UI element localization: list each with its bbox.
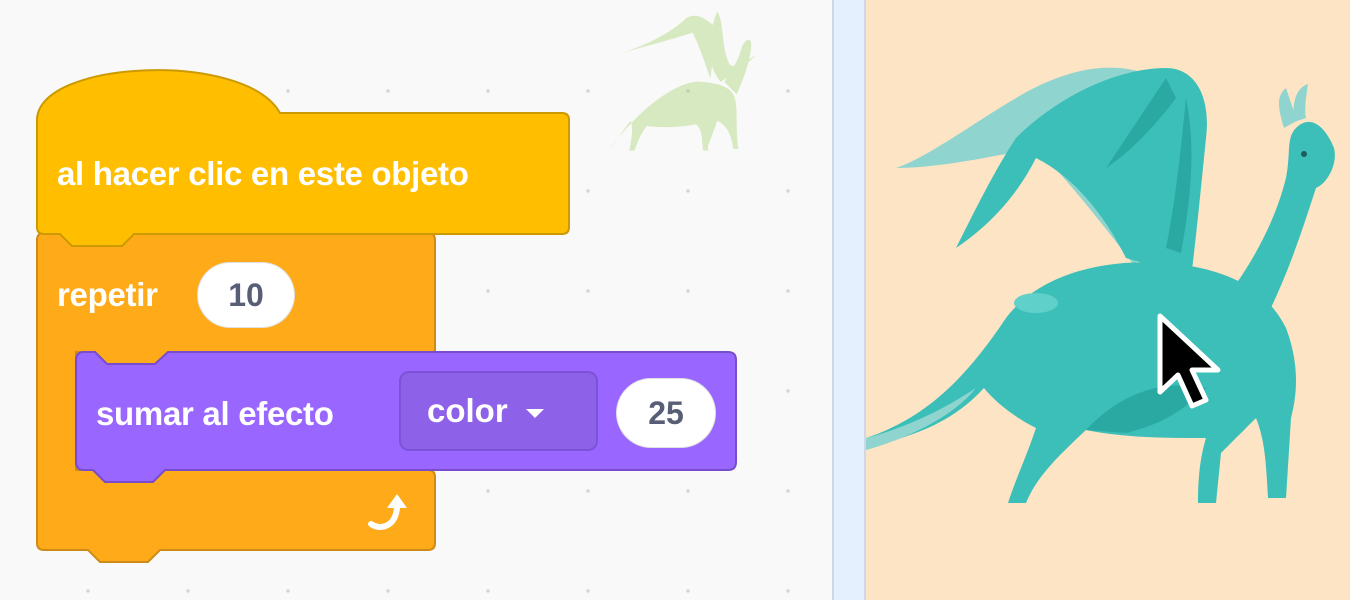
stage[interactable]: [866, 0, 1350, 600]
effect-dropdown-value: color: [427, 392, 508, 429]
change-effect-label: sumar al efecto: [96, 395, 334, 432]
effect-amount-input[interactable]: 25: [616, 378, 716, 448]
code-workspace[interactable]: al hacer clic en este objeto repetir 10 …: [0, 0, 832, 600]
dragon-sprite[interactable]: [866, 58, 1350, 518]
loop-arrow-icon: [368, 494, 407, 530]
repeat-count-input[interactable]: 10: [197, 262, 295, 328]
pane-divider[interactable]: [832, 0, 866, 600]
event-hat-label: al hacer clic en este objeto: [57, 155, 469, 192]
effect-dropdown[interactable]: color: [399, 371, 598, 451]
caret-down-icon: [525, 408, 544, 418]
mouse-pointer-icon: [1157, 313, 1221, 409]
repeat-label: repetir: [57, 276, 158, 313]
